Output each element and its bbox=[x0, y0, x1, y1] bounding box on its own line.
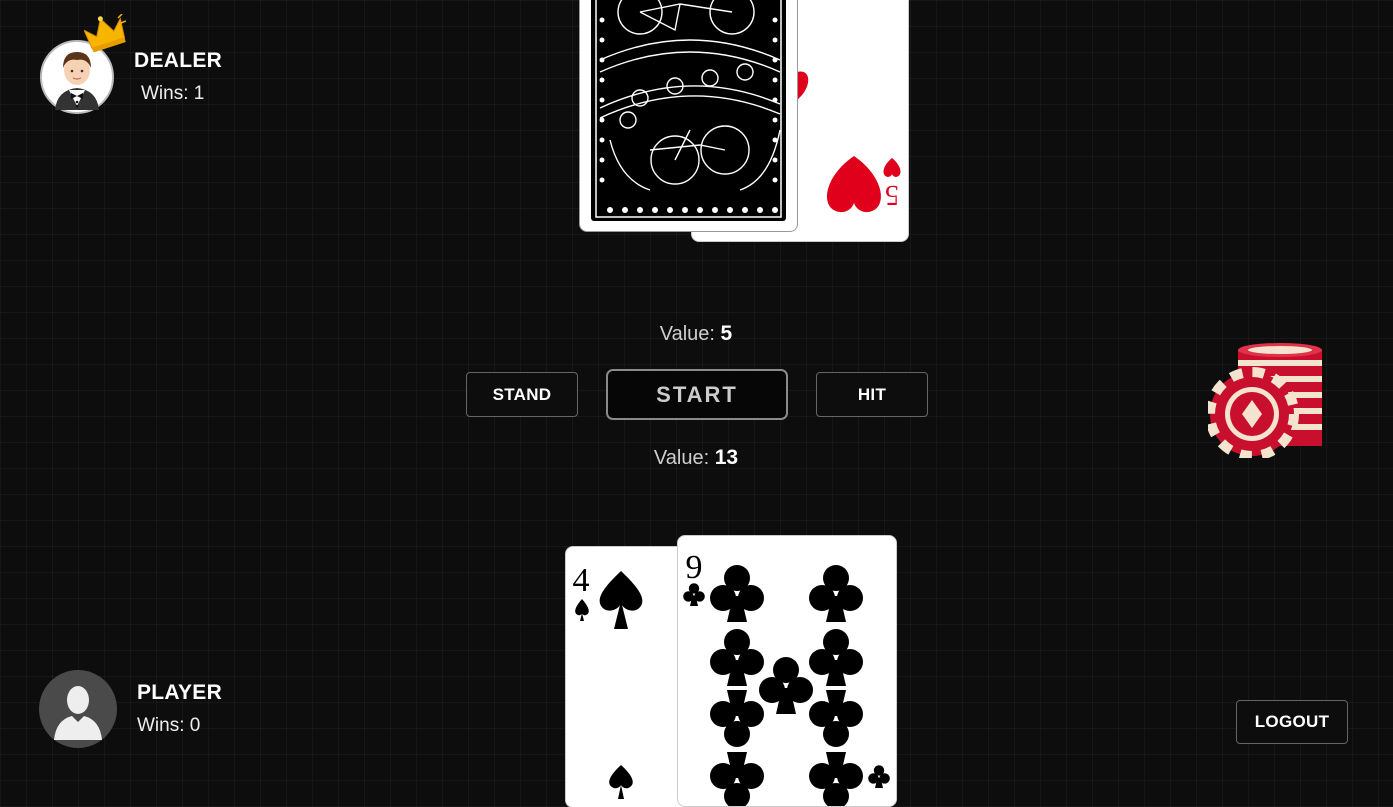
start-button[interactable]: START bbox=[606, 369, 788, 420]
poker-chips-icon[interactable] bbox=[1205, 342, 1324, 461]
player-card-nine-of-clubs: 9 bbox=[678, 536, 896, 806]
logout-button[interactable]: LOGOUT bbox=[1236, 700, 1348, 744]
player-value-label: Value: bbox=[653, 447, 710, 469]
player-hand-value: Value: 13 bbox=[546, 446, 846, 470]
dealer-wins: Wins: 1 bbox=[141, 83, 205, 104]
hit-button[interactable]: HIT bbox=[816, 372, 928, 417]
stand-button[interactable]: STAND bbox=[466, 372, 578, 417]
dealer-value-label: Value: bbox=[659, 323, 715, 345]
crown-icon bbox=[84, 14, 126, 52]
dealer-avatar-icon bbox=[40, 14, 126, 114]
player-value-number: 13 bbox=[714, 446, 739, 469]
player-card-2-rank: 9 bbox=[686, 549, 703, 586]
dealer-name: DEALER bbox=[134, 49, 223, 72]
player-wins: Wins: 0 bbox=[137, 715, 201, 736]
user-silhouette-icon bbox=[39, 670, 117, 748]
dealer-card-face-down bbox=[580, 0, 797, 231]
player-profile: PLAYER Wins: 0 bbox=[39, 670, 222, 748]
player-name: PLAYER bbox=[137, 681, 223, 704]
player-card-1-rank: 4 bbox=[573, 562, 590, 599]
dealer-profile: DEALER Wins: 1 bbox=[40, 14, 223, 114]
dealer-value-number: 5 bbox=[720, 322, 733, 345]
dealer-hand-value: Value: 5 bbox=[546, 322, 846, 346]
dealer-card-rank: 5 bbox=[885, 179, 899, 210]
